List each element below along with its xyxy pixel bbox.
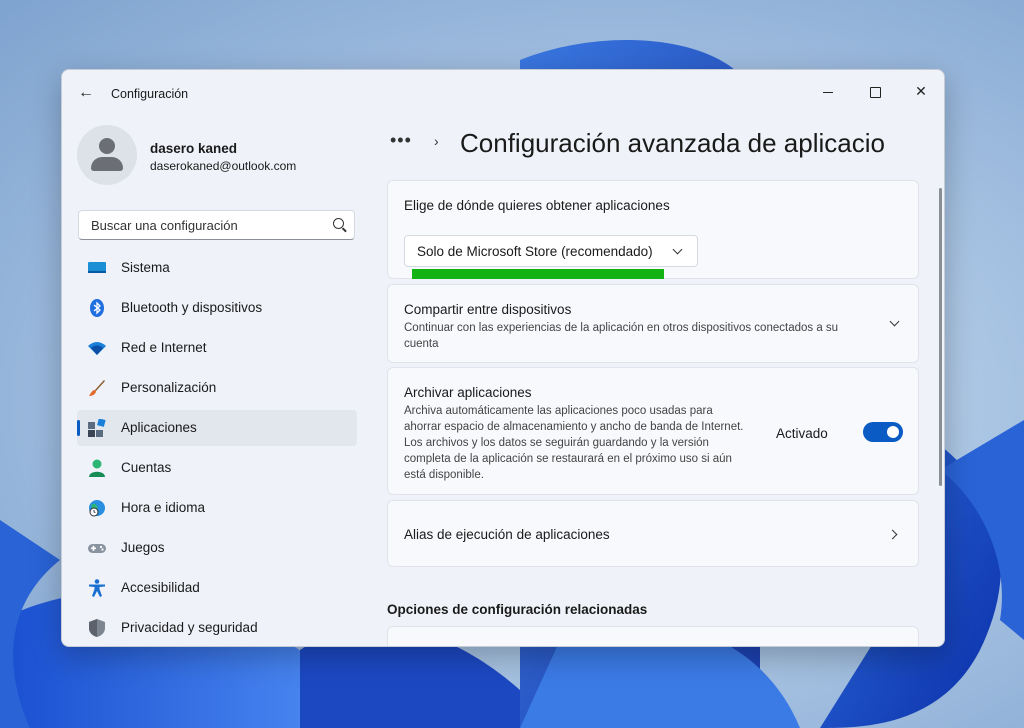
person-icon: [89, 459, 105, 477]
share-devices-card[interactable]: Compartir entre dispositivos Continuar c…: [387, 284, 919, 363]
scrollbar[interactable]: [939, 188, 942, 486]
archive-apps-title: Archivar aplicaciones: [404, 385, 532, 400]
apps-icon: [88, 419, 106, 437]
globe-clock-icon: [89, 500, 105, 517]
sidebar-item-cuentas[interactable]: Cuentas: [77, 450, 357, 486]
app-source-card: Elige de dónde quieres obtener aplicacio…: [387, 180, 919, 279]
toggle-state-label: Activado: [776, 426, 828, 441]
sidebar-item-label: Juegos: [121, 540, 165, 555]
sidebar-item-sistema[interactable]: Sistema: [77, 250, 357, 286]
breadcrumb-overflow-button[interactable]: •••: [390, 130, 412, 151]
chevron-down-icon[interactable]: [889, 316, 900, 327]
app-source-dropdown[interactable]: Solo de Microsoft Store (recomendado): [404, 235, 698, 267]
sidebar-item-label: Sistema: [121, 260, 170, 275]
maximize-button[interactable]: [857, 76, 893, 106]
archive-apps-description: Archiva automáticamente las aplicaciones…: [404, 405, 744, 481]
gamepad-icon: [88, 544, 106, 553]
related-settings-title: Opciones de configuración relacionadas: [387, 602, 648, 617]
related-settings-card[interactable]: [387, 626, 919, 646]
avatar-body: [91, 157, 123, 171]
avatar-head: [99, 138, 115, 154]
sidebar-item-label: Privacidad y seguridad: [121, 620, 258, 635]
share-devices-description: Continuar con las experiencias de la apl…: [404, 322, 839, 350]
sidebar-item-personalizacion[interactable]: Personalización: [77, 370, 357, 406]
app-alias-title: Alias de ejecución de aplicaciones: [404, 527, 610, 542]
sidebar-item-label: Personalización: [121, 380, 217, 395]
sidebar-item-label: Cuentas: [121, 460, 172, 475]
shield-icon: [89, 619, 105, 637]
app-alias-card[interactable]: Alias de ejecución de aplicaciones: [387, 500, 919, 567]
sidebar-item-label: Hora e idioma: [121, 500, 206, 515]
user-name: dasero kaned: [150, 141, 238, 156]
sidebar-item-label: Aplicaciones: [121, 420, 197, 435]
dropdown-value: Solo de Microsoft Store (recomendado): [417, 244, 653, 259]
close-button[interactable]: ✕: [903, 76, 939, 106]
maximize-icon: [869, 86, 881, 98]
highlight-underline: [412, 269, 664, 279]
avatar[interactable]: [77, 125, 137, 185]
app-title: Configuración: [111, 87, 189, 101]
sidebar-item-accesibilidad[interactable]: Accesibilidad: [77, 570, 357, 606]
sidebar-item-juegos[interactable]: Juegos: [77, 530, 357, 566]
sidebar-item-label: Accesibilidad: [121, 580, 200, 595]
archive-apps-card: Archivar aplicaciones Archiva automática…: [387, 367, 919, 495]
search-box[interactable]: [78, 210, 355, 240]
sidebar-item-label: Bluetooth y dispositivos: [121, 300, 263, 315]
title-bar: ← Configuración ✕: [62, 70, 944, 116]
archive-apps-toggle[interactable]: [863, 422, 903, 442]
bluetooth-icon: [90, 299, 104, 317]
toggle-knob: [887, 426, 899, 438]
chevron-right-icon: [887, 529, 898, 540]
sidebar-item-aplicaciones[interactable]: Aplicaciones: [77, 410, 357, 446]
search-input[interactable]: [89, 217, 323, 234]
sidebar-nav: Sistema Bluetooth y dispositivos Red e I…: [77, 250, 357, 646]
brush-icon: [89, 380, 105, 396]
settings-window: ← Configuración ✕ dasero kaned daserokan…: [61, 69, 945, 647]
chevron-down-icon: [672, 244, 683, 255]
minimize-icon: [823, 91, 833, 93]
sidebar-item-privacidad[interactable]: Privacidad y seguridad: [77, 610, 357, 646]
share-devices-title: Compartir entre dispositivos: [404, 302, 572, 317]
sidebar-item-hora[interactable]: Hora e idioma: [77, 490, 357, 526]
monitor-icon: [88, 262, 106, 273]
breadcrumb-separator: ›: [434, 133, 439, 149]
wifi-icon: [88, 342, 106, 355]
app-source-title: Elige de dónde quieres obtener aplicacio…: [404, 198, 670, 213]
sidebar-item-red[interactable]: Red e Internet: [77, 330, 357, 366]
user-email: daserokaned@outlook.com: [150, 159, 297, 173]
sidebar-item-bluetooth[interactable]: Bluetooth y dispositivos: [77, 290, 357, 326]
sidebar-item-label: Red e Internet: [121, 340, 207, 355]
back-arrow-icon[interactable]: ←: [76, 83, 96, 103]
minimize-button[interactable]: [810, 76, 846, 106]
page-title: Configuración avanzada de aplicacio: [460, 128, 885, 158]
search-icon[interactable]: [333, 218, 344, 229]
accessibility-icon: [89, 579, 105, 597]
close-icon: ✕: [915, 83, 927, 99]
